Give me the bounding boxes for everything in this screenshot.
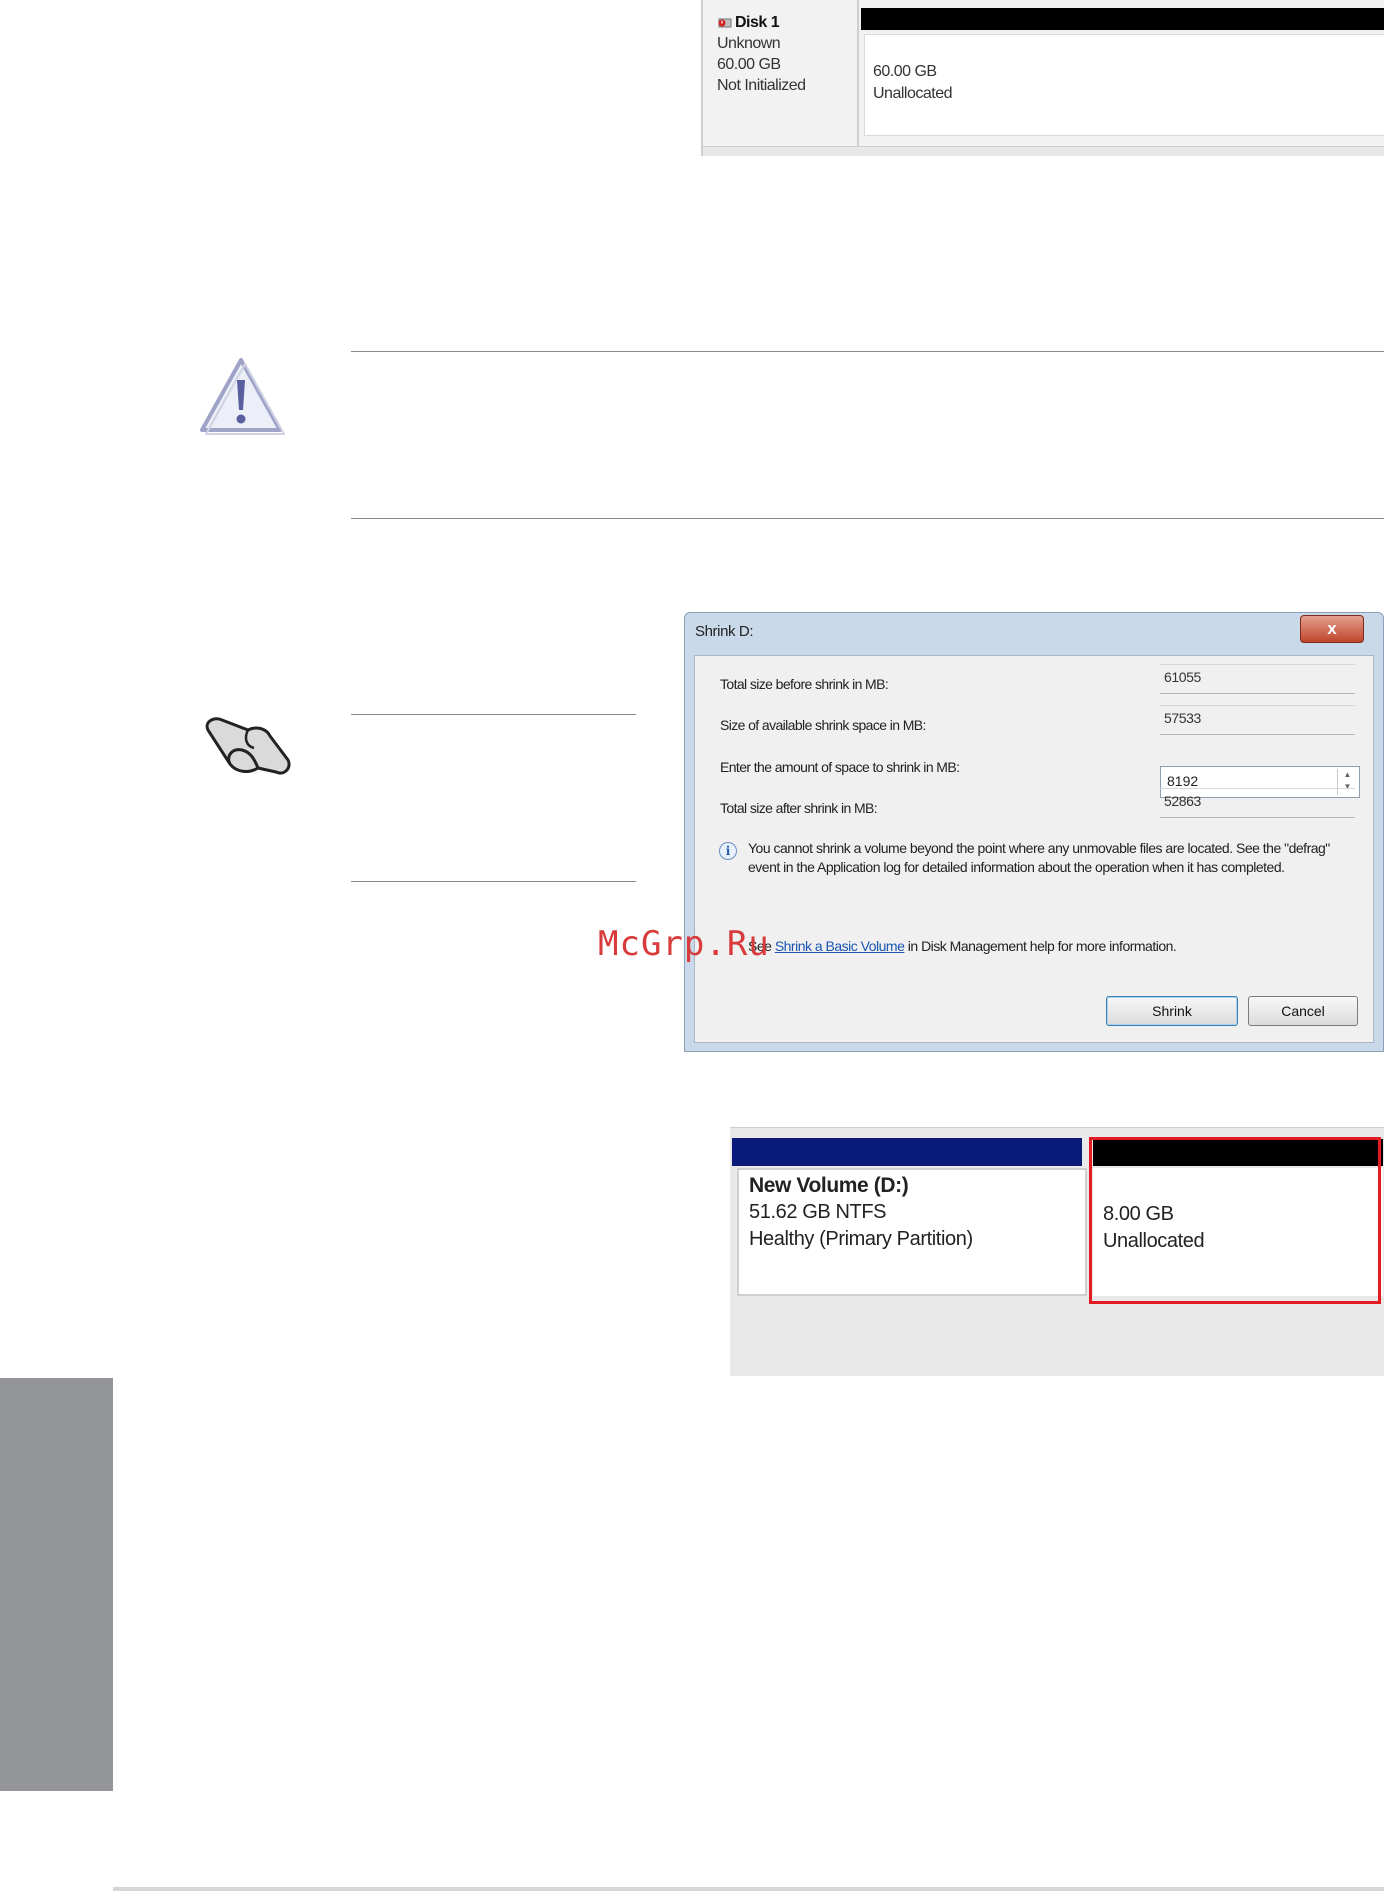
disk-warning-icon: [718, 18, 732, 28]
unallocated-highlight: [1089, 1137, 1381, 1304]
new-volume-partition[interactable]: New Volume (D:) 51.62 GB NTFS Healthy (P…: [737, 1168, 1087, 1296]
available-label: Size of available shrink space in MB:: [720, 717, 926, 733]
dialog-client-area: Total size before shrink in MB: 61055 Si…: [694, 655, 1374, 1043]
total-before-value: 61055: [1160, 664, 1355, 694]
bottom-rule: [113, 1887, 1384, 1891]
disk1-footer: [703, 146, 1384, 156]
cancel-button[interactable]: Cancel: [1248, 996, 1358, 1026]
new-volume-screenshot: New Volume (D:) 51.62 GB NTFS Healthy (P…: [730, 1127, 1384, 1376]
available-value: 57533: [1160, 705, 1355, 735]
note-top-rule: [351, 714, 636, 715]
amount-label: Enter the amount of space to shrink in M…: [720, 759, 960, 775]
disk1-type: Unknown: [717, 35, 781, 52]
help-suffix: in Disk Management help for more informa…: [907, 938, 1177, 954]
help-text: See Shrink a Basic Volume in Disk Manage…: [748, 938, 1177, 954]
disk1-partition-size: 60.00 GB: [873, 63, 937, 80]
amount-value: 8192: [1167, 773, 1199, 789]
shrink-dialog: Shrink D: x Total size before shrink in …: [684, 612, 1384, 1052]
volume-name: New Volume (D:): [749, 1174, 909, 1197]
note-bottom-rule: [351, 881, 636, 882]
disk1-name: Disk 1: [735, 14, 780, 31]
disk1-info: Disk 1 Unknown 60.00 GB Not Initialized: [717, 12, 857, 96]
total-before-label: Total size before shrink in MB:: [720, 676, 889, 692]
volume-size-fs: 51.62 GB NTFS: [749, 1201, 887, 1223]
disk1-separator: [857, 0, 859, 156]
dialog-title: Shrink D:: [695, 623, 754, 640]
disk1-partition[interactable]: 60.00 GB Unallocated: [864, 34, 1384, 136]
disk1-size: 60.00 GB: [717, 56, 781, 73]
disk1-partition-state: Unallocated: [873, 85, 953, 102]
disk1-screenshot: Disk 1 Unknown 60.00 GB Not Initialized …: [701, 0, 1384, 156]
volume-bar: [732, 1138, 1082, 1166]
disk1-partition-bar: [861, 8, 1384, 30]
info-text: You cannot shrink a volume beyond the po…: [748, 840, 1330, 875]
volume-status: Healthy (Primary Partition): [749, 1228, 973, 1250]
info-icon: i: [719, 842, 737, 860]
watermark: McGrp.Ru: [598, 924, 770, 964]
caution-bottom-rule: [351, 518, 1384, 519]
shrink-button[interactable]: Shrink: [1106, 996, 1238, 1026]
note-hand-icon: [205, 717, 291, 775]
disk1-status: Not Initialized: [717, 77, 806, 94]
total-after-label: Total size after shrink in MB:: [720, 800, 878, 816]
total-after-value: 52863: [1160, 788, 1355, 818]
caution-icon: [200, 358, 285, 435]
side-tab: [0, 1378, 113, 1791]
close-button[interactable]: x: [1300, 615, 1364, 643]
caution-top-rule: [351, 351, 1384, 352]
help-link[interactable]: Shrink a Basic Volume: [775, 938, 905, 954]
